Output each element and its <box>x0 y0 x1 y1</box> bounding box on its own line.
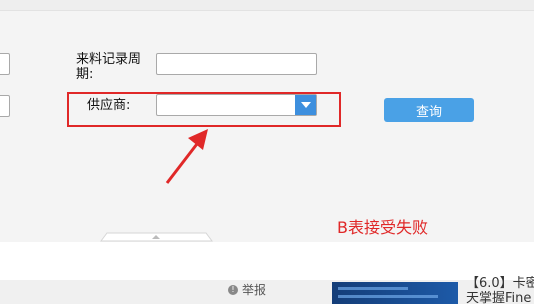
record-period-label: 来料记录周期: <box>76 52 142 82</box>
side-promo-text[interactable]: 【6.0】卡密 天掌握Fine <box>466 276 534 306</box>
query-button[interactable]: 查询 <box>384 98 474 122</box>
side-text-line-1: 【6.0】卡密 <box>466 276 534 291</box>
collapse-handle-icon[interactable] <box>93 232 220 242</box>
record-period-input[interactable] <box>156 53 317 75</box>
annotation-arrow-icon <box>165 129 208 184</box>
ad-decoration <box>338 295 438 298</box>
annotation-text: B表接受失败 <box>337 218 428 237</box>
ad-decoration <box>338 287 408 290</box>
top-toolbar-strip <box>0 0 534 11</box>
report-icon: ! <box>228 284 238 295</box>
report-label: 举报 <box>242 283 267 297</box>
left-input-2[interactable] <box>0 95 10 117</box>
left-input-1[interactable] <box>0 53 10 75</box>
ad-banner-image[interactable] <box>332 282 458 304</box>
report-link[interactable]: ! 举报 <box>228 281 266 298</box>
